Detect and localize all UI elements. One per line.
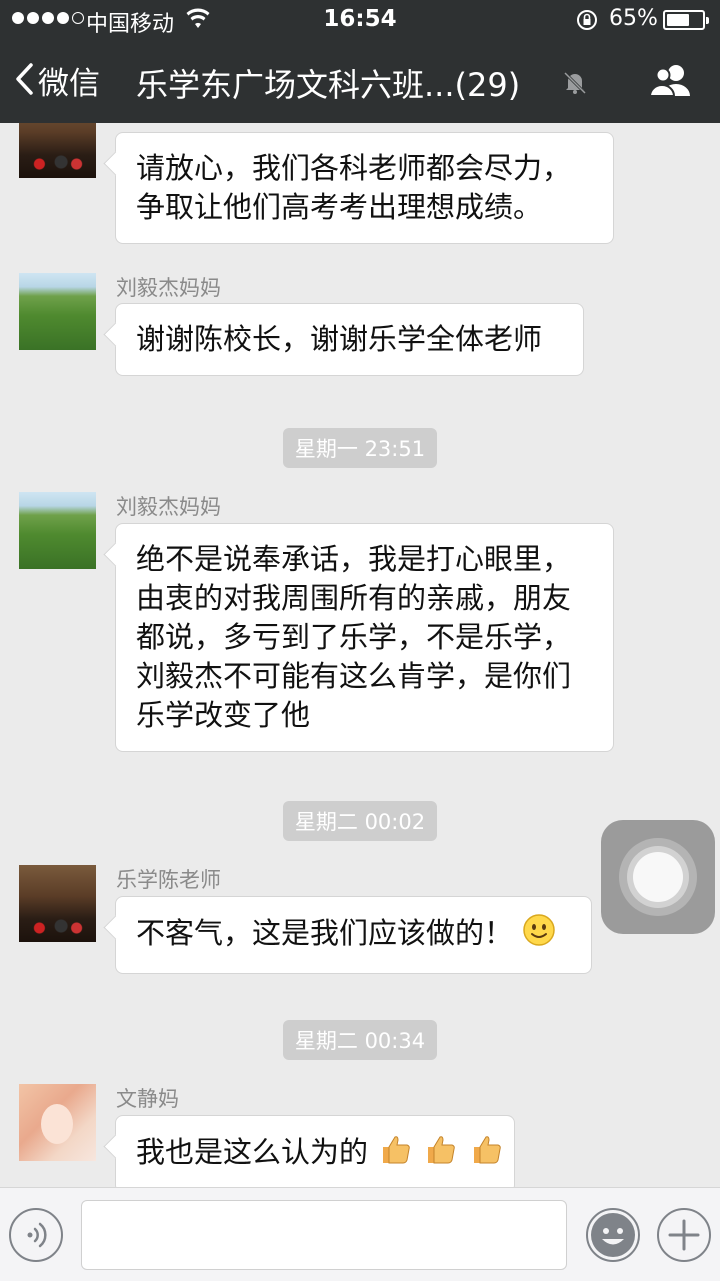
message-text: 刘毅杰不可能有这么肯学，是你们	[136, 659, 572, 693]
group-contacts-icon[interactable]	[648, 62, 696, 106]
assistive-touch-button[interactable]	[601, 820, 715, 934]
sender-name: 刘毅杰妈妈	[116, 276, 221, 300]
voice-button[interactable]	[9, 1208, 63, 1262]
avatar[interactable]	[19, 273, 96, 350]
message-input[interactable]	[81, 1200, 567, 1270]
message-bubble[interactable]: 请放心，我们各科老师都会尽力， 争取让他们高考考出理想成绩。	[115, 132, 614, 244]
smile-emoji-icon	[522, 913, 556, 957]
sender-name: 文静妈	[116, 1087, 179, 1111]
thumbs-up-emoji-icon	[379, 1132, 413, 1176]
back-button[interactable]: 微信	[14, 58, 100, 103]
message-bubble[interactable]: 我也是这么认为的	[115, 1115, 515, 1187]
message-text: 绝不是说奉承话，我是打心眼里，	[136, 542, 572, 576]
sender-name: 刘毅杰妈妈	[116, 495, 221, 519]
avatar[interactable]	[19, 492, 96, 569]
message-text: 不客气，这是我们应该做的！	[136, 916, 514, 950]
sender-name: 乐学陈老师	[116, 868, 221, 892]
battery-icon	[663, 10, 709, 30]
input-bar	[0, 1187, 720, 1281]
emoji-icon	[588, 1213, 638, 1264]
thumbs-up-emoji-icon	[424, 1132, 458, 1176]
nav-bar: 微信 乐学东广场文科六班...(29)	[0, 40, 720, 123]
voice-icon	[11, 1222, 61, 1264]
timestamp: 星期一 23:51	[0, 428, 720, 468]
top-bar: 中国移动 16:54 65% 微信 乐学东广场文科六班...(29)	[0, 0, 720, 123]
message-bubble[interactable]: 绝不是说奉承话，我是打心眼里， 由衷的对我周围所有的亲戚，朋友 都说，多亏到了乐…	[115, 523, 614, 752]
plus-icon	[659, 1219, 709, 1264]
chat-area[interactable]: 请放心，我们各科老师都会尽力， 争取让他们高考考出理想成绩。 刘毅杰妈妈 谢谢陈…	[0, 123, 720, 1187]
back-label: 微信	[38, 66, 100, 102]
status-bar: 中国移动 16:54 65%	[0, 0, 720, 40]
chevron-left-icon	[14, 62, 34, 100]
avatar[interactable]	[19, 123, 96, 178]
message-text: 请放心，我们各科老师都会尽力，	[136, 151, 572, 185]
message-text: 争取让他们高考考出理想成绩。	[136, 190, 543, 224]
message-text: 都说，多亏到了乐学，不是乐学，	[136, 620, 572, 654]
message-bubble[interactable]: 不客气，这是我们应该做的！	[115, 896, 592, 974]
plus-button[interactable]	[657, 1208, 711, 1262]
avatar[interactable]	[19, 1084, 96, 1161]
battery-percent: 65%	[609, 6, 658, 31]
message-text: 由衷的对我周围所有的亲戚，朋友	[136, 581, 572, 615]
mute-bell-icon	[562, 70, 588, 100]
message-text: 乐学改变了他	[136, 698, 311, 732]
timestamp: 星期二 00:34	[0, 1020, 720, 1060]
message-bubble[interactable]: 谢谢陈校长，谢谢乐学全体老师	[115, 303, 584, 376]
chat-title: 乐学东广场文科六班...(29)	[136, 66, 521, 104]
emoji-button[interactable]	[586, 1208, 640, 1262]
thumbs-up-emoji-icon	[470, 1132, 504, 1176]
message-text: 谢谢陈校长，谢谢乐学全体老师	[136, 322, 543, 356]
avatar[interactable]	[19, 865, 96, 942]
message-text: 我也是这么认为的	[136, 1135, 369, 1169]
rotation-lock-icon	[575, 8, 599, 38]
